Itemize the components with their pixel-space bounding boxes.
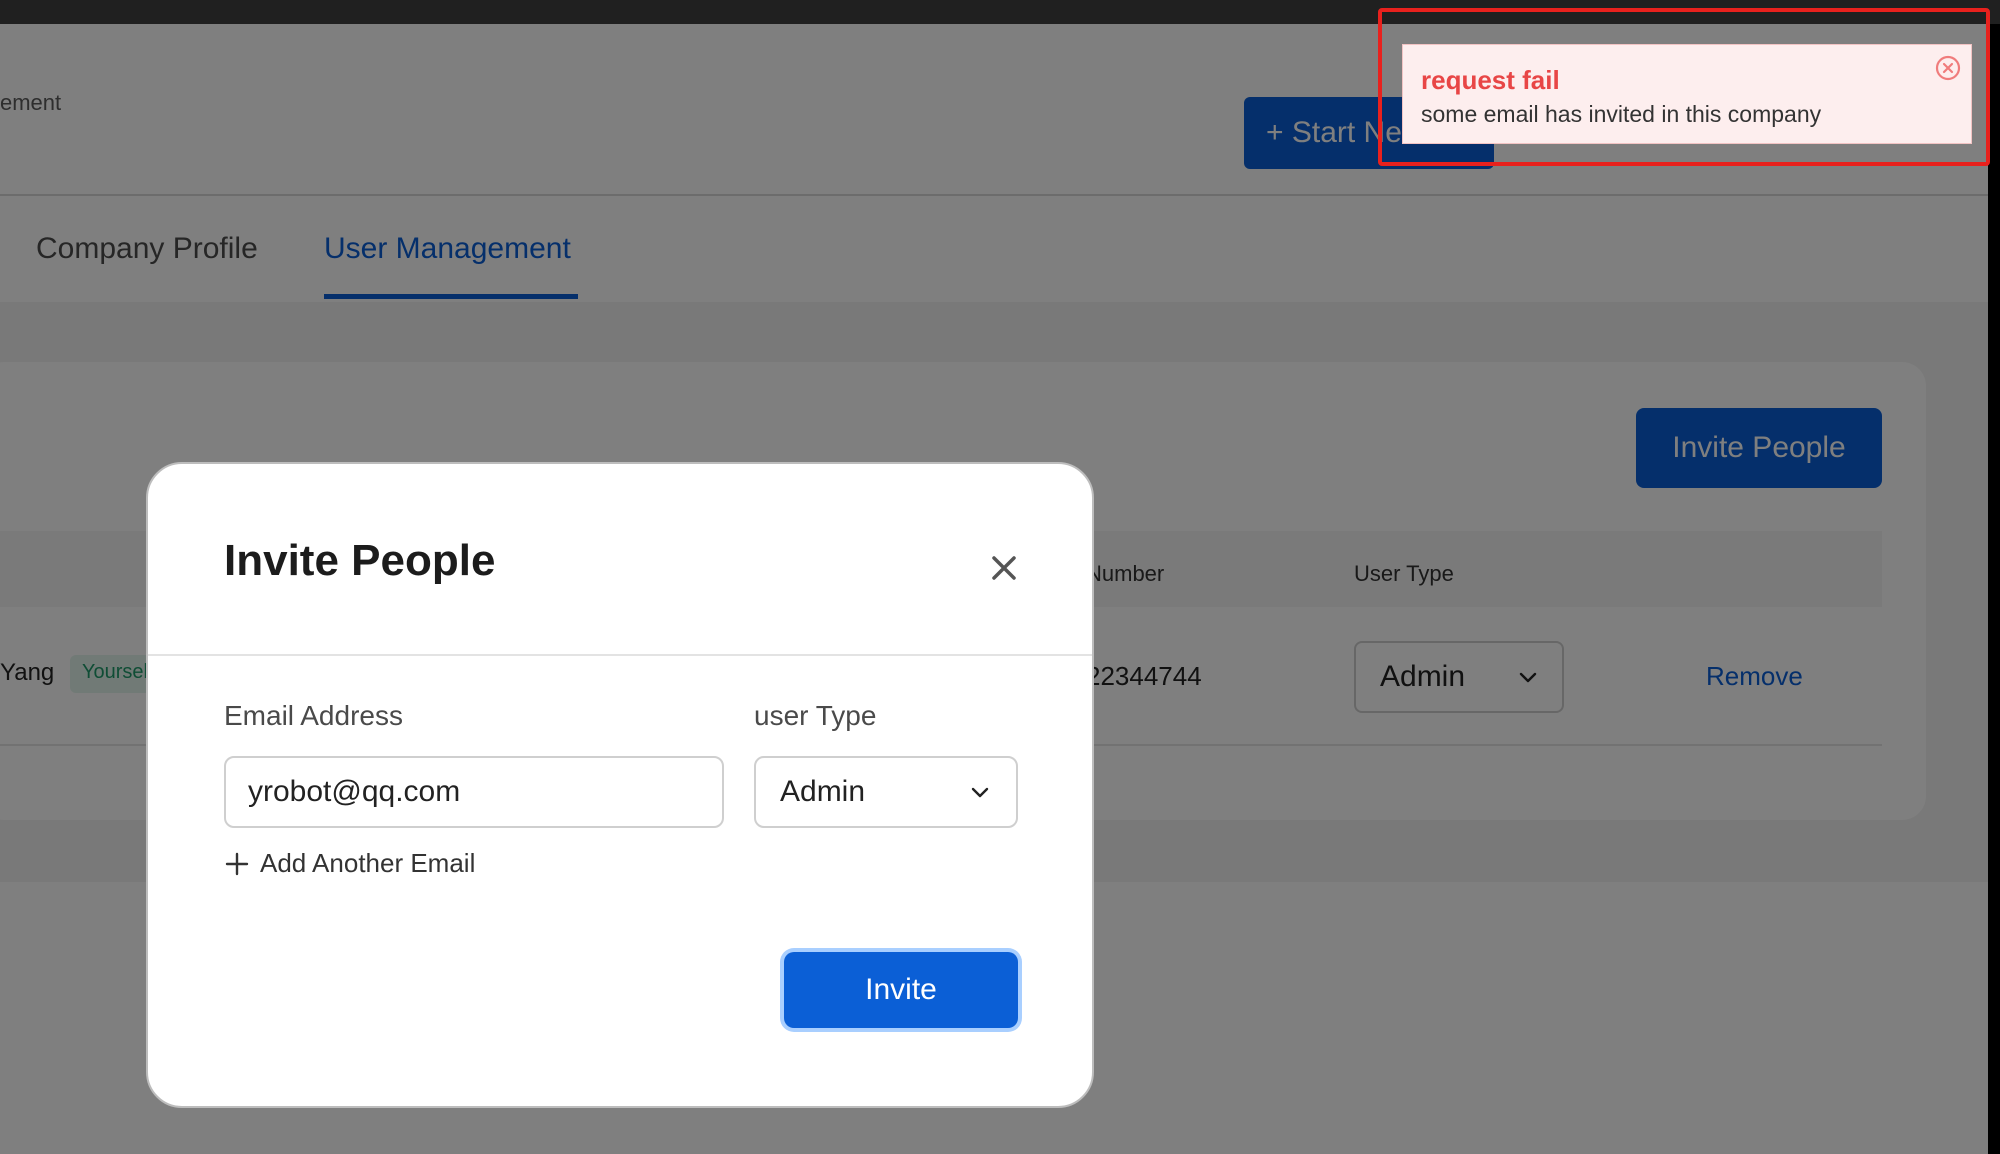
close-icon[interactable] (984, 548, 1024, 588)
app-screen: ement + Start Ne Company Profile User Ma… (0, 0, 2000, 1154)
email-label: Email Address (224, 700, 403, 731)
plus-icon (225, 852, 249, 875)
chevron-down-icon (971, 787, 989, 798)
dialog-user-type-select[interactable]: Admin (754, 756, 1018, 828)
user-type-label: user Type (754, 700, 877, 731)
window-edge (1988, 24, 2000, 1154)
dialog-divider (148, 654, 1092, 656)
dialog-user-type-value: Admin (780, 775, 866, 808)
dialog-title: Invite People (224, 536, 496, 585)
invite-people-dialog: Invite People Email Address user Type Ad… (146, 462, 1094, 1108)
invite-submit-button[interactable]: Invite (784, 952, 1018, 1028)
add-another-email-label: Add Another Email (260, 848, 476, 878)
add-another-email-button[interactable]: Add Another Email (224, 848, 475, 879)
annotation-highlight-box (1378, 8, 1990, 166)
email-field[interactable] (224, 756, 724, 828)
